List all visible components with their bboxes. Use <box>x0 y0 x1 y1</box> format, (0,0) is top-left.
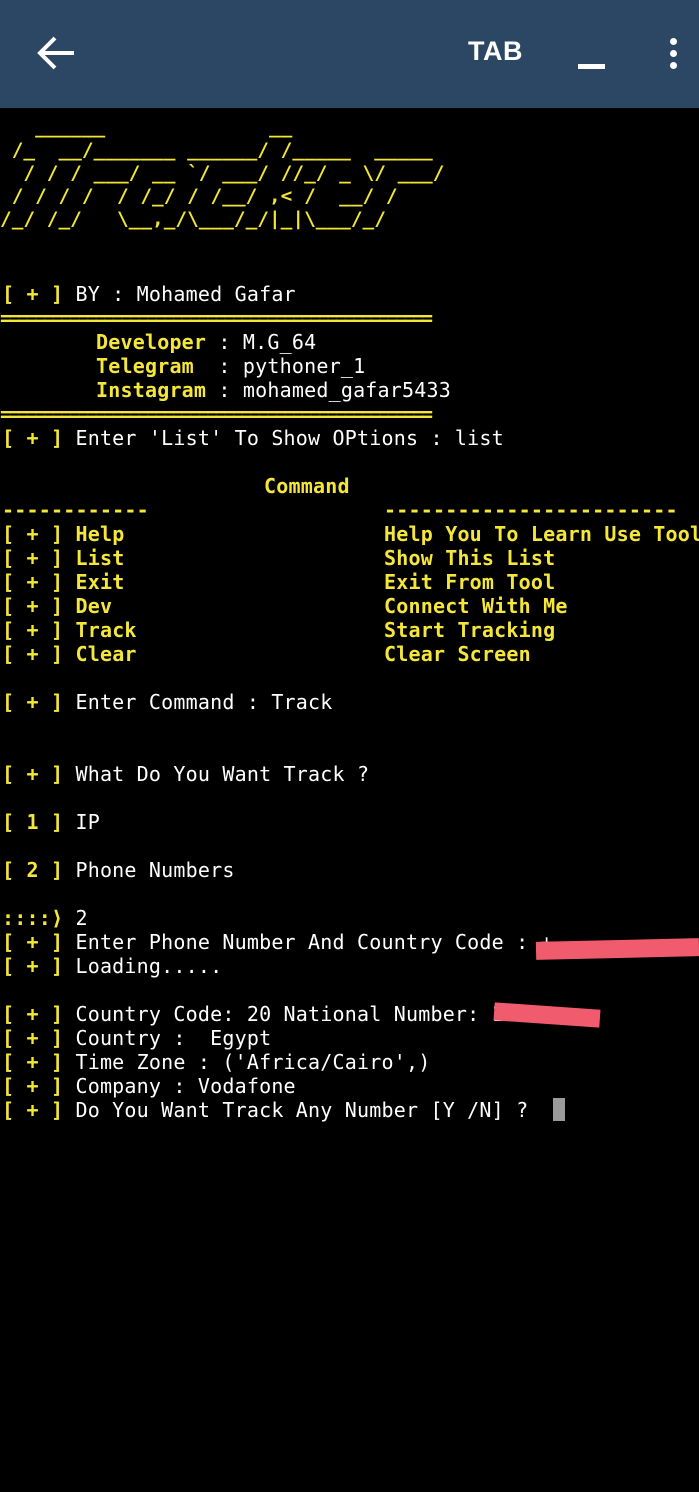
choice-line: ::::⟩ 2 <box>2 906 88 930</box>
command-help-desc: Help You To Learn Use Tool <box>384 522 699 546</box>
command-help: [ + ] Help <box>2 522 125 546</box>
timezone-line: [ + ] Time Zone : ('Africa/Cairo',) <box>2 1050 431 1074</box>
tab-button[interactable]: TAB <box>468 36 523 67</box>
separator-bottom: ========================================… <box>0 402 433 426</box>
back-arrow-icon[interactable] <box>36 34 76 72</box>
instagram-line: Instagram : mohamed_gafar5433 <box>96 378 451 402</box>
app-bar: TAB <box>0 0 699 108</box>
redaction-mark-phone <box>535 938 699 960</box>
command-exit: [ + ] Exit <box>2 570 125 594</box>
author-line: [ + ] BY : Mohamed Gafar <box>2 282 296 306</box>
track-again-line: [ + ] Do You Want Track Any Number [Y /N… <box>2 1098 565 1122</box>
separator-top: ========================================… <box>0 306 433 330</box>
option-ip: [ 1 ] IP <box>2 810 100 834</box>
tracker-ascii-logo: ______ __ /_ __/_______ ______/ /_____ _… <box>0 117 445 230</box>
command-dev: [ + ] Dev <box>2 594 113 618</box>
command-title: Command <box>264 474 350 498</box>
command-exit-desc: Exit From Tool <box>384 570 556 594</box>
command-track: [ + ] Track <box>2 618 137 642</box>
command-list-desc: Show This List <box>384 546 556 570</box>
loading-line: [ + ] Loading..... <box>2 954 223 978</box>
company-line: [ + ] Company : Vodafone <box>2 1074 296 1098</box>
right-dashes: ------------------------ <box>384 498 678 522</box>
left-dashes: ------------ <box>2 498 149 522</box>
option-phone: [ 2 ] Phone Numbers <box>2 858 235 882</box>
country-line: [ + ] Country : Egypt <box>2 1026 272 1050</box>
country-code-line: [ + ] Country Code: 20 National Number: … <box>2 1002 504 1026</box>
enter-command-line: [ + ] Enter Command : Track <box>2 690 333 714</box>
command-dev-desc: Connect With Me <box>384 594 568 618</box>
telegram-line: Telegram : pythoner_1 <box>96 354 366 378</box>
more-options-icon[interactable] <box>668 38 678 72</box>
terminal-screen[interactable]: ______ __ /_ __/_______ ______/ /_____ _… <box>0 108 699 1492</box>
command-clear: [ + ] Clear <box>2 642 137 666</box>
developer-line: Developer : M.G_64 <box>96 330 317 354</box>
command-clear-desc: Clear Screen <box>384 642 531 666</box>
minimize-icon[interactable] <box>578 64 605 69</box>
command-list: [ + ] List <box>2 546 125 570</box>
enter-list-line: [ + ] Enter 'List' To Show OPtions : lis… <box>2 426 504 450</box>
what-track-line: [ + ] What Do You Want Track ? <box>2 762 370 786</box>
terminal-cursor[interactable] <box>552 1098 565 1121</box>
command-track-desc: Start Tracking <box>384 618 556 642</box>
enter-phone-line: [ + ] Enter Phone Number And Country Cod… <box>2 930 553 954</box>
redaction-mark-national <box>493 1002 601 1028</box>
